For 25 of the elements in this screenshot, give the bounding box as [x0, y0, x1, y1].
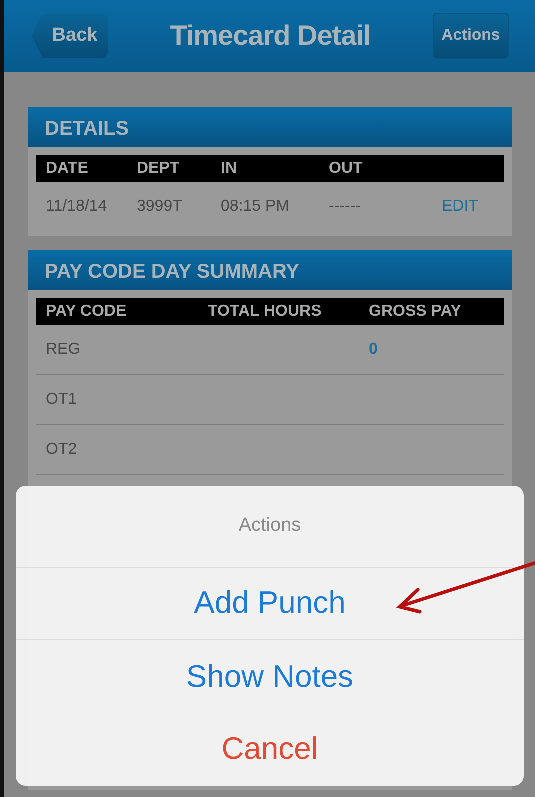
- edit-link[interactable]: EDIT: [442, 195, 478, 219]
- table-cell-text: 11/18/14: [46, 197, 108, 217]
- column-header: GROSS PAY: [369, 302, 462, 322]
- table-cell-text: 0: [369, 340, 379, 360]
- column-header: OUT: [329, 158, 364, 178]
- table-cell-text: OT1: [46, 390, 78, 410]
- sheet-title: Actions: [16, 486, 524, 568]
- page-title: Timecard Detail: [170, 19, 371, 53]
- table-cell-text: REG: [46, 340, 82, 360]
- table-cell-text: 3999T: [137, 197, 184, 217]
- column-header: DEPT: [137, 158, 181, 178]
- table-cell-text: OT2: [46, 440, 78, 460]
- section-header: DETAILS: [28, 107, 512, 147]
- column-header: DATE: [46, 158, 90, 178]
- action-option[interactable]: Show Notes: [16, 640, 524, 714]
- action-option[interactable]: Add Punch: [16, 568, 524, 640]
- table-cell-text: 08:15 PM: [221, 197, 290, 217]
- section-header: PAY CODE DAY SUMMARY: [28, 250, 512, 290]
- column-header: IN: [221, 158, 238, 178]
- actions-button[interactable]: Actions: [433, 13, 509, 59]
- column-header: TOTAL HOURS: [208, 302, 323, 322]
- table-cell-text: ------: [329, 197, 362, 217]
- back-button[interactable]: Back: [32, 14, 108, 58]
- cancel-button[interactable]: Cancel: [16, 713, 524, 786]
- column-header: PAY CODE: [46, 302, 128, 322]
